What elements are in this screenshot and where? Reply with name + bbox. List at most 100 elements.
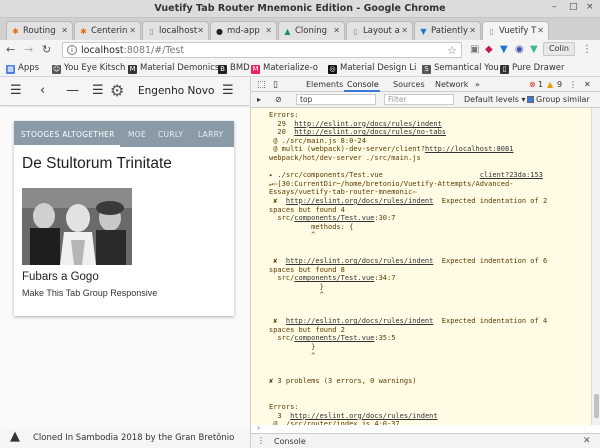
browser-tab[interactable]: ● md-app ✕ (210, 21, 277, 40)
more-options-icon[interactable]: ⋮ (569, 80, 577, 89)
address-bar[interactable]: i localhost:8081/#/Test ☆ (62, 42, 462, 58)
device-toggle-icon[interactable]: ▯ (273, 80, 278, 90)
close-icon[interactable]: ✕ (537, 26, 544, 35)
page-icon: ▯ (149, 27, 154, 36)
close-window-icon[interactable]: × (586, 2, 594, 12)
close-icon[interactable]: ✕ (129, 26, 136, 35)
extension-icon[interactable]: ▣ (470, 44, 479, 55)
console-line: src/components/Test.vue:35:5 (269, 334, 396, 343)
browser-tab[interactable]: ▯ Layout a ✕ (346, 21, 413, 40)
close-icon[interactable]: ✕ (333, 26, 340, 35)
minimize-icon[interactable]: – (552, 2, 557, 12)
menu-icon[interactable]: ☰ (222, 83, 234, 98)
bookmark-item[interactable]: ☺ You Eye Kitsch (52, 63, 125, 74)
maximize-icon[interactable]: □ (569, 2, 578, 12)
drawer-tab-console[interactable]: Console (274, 437, 306, 446)
close-icon[interactable]: ✕ (469, 26, 476, 35)
close-drawer-icon[interactable]: ✕ (583, 436, 591, 446)
menu-icon[interactable]: ☰ (10, 83, 22, 98)
extension-icon[interactable]: ◉ (515, 44, 524, 55)
vuetify-icon[interactable]: ▼ (500, 44, 508, 55)
browser-tab[interactable]: ▼ Patiently ✕ (414, 21, 481, 40)
bookmark-item[interactable]: S Semantical You (422, 63, 499, 74)
tab-moe[interactable]: MOE (128, 130, 146, 139)
console-line: spaces but found 4 (269, 205, 345, 214)
console-link[interactable]: http://eslint.org/docs/rules/indent (286, 257, 434, 265)
bookmark-apps[interactable]: ▦ Apps (6, 63, 39, 74)
more-tabs-icon[interactable]: » (475, 80, 480, 89)
bookmark-item[interactable]: B BMD (218, 63, 250, 74)
mdl-icon: ◎ (328, 65, 337, 74)
back-arrow-icon[interactable]: ← (6, 43, 15, 56)
browser-tab[interactable]: ▯ localhost ✕ (142, 21, 209, 40)
context-select[interactable]: top (296, 94, 376, 105)
bookmark-item[interactable]: M Material Demonics (128, 63, 219, 74)
menu-dots-icon[interactable]: ⋮ (582, 44, 592, 55)
filter-input[interactable]: Filter (384, 94, 454, 105)
inspect-icon[interactable]: ⬚ (257, 80, 266, 90)
browser-tab[interactable]: ✱ Routing ✕ (6, 21, 73, 40)
triangle-icon: ▲ (284, 27, 291, 36)
error-icon[interactable]: ⊗ (529, 80, 536, 89)
console-link[interactable]: client?23da:153 (480, 171, 543, 179)
console-link[interactable]: http://eslint.org/docs/rules/no-tabs (294, 128, 446, 136)
bookmark-item[interactable]: M Materialize-o (251, 63, 318, 74)
reload-icon[interactable]: ↻ (42, 43, 51, 56)
materialize-icon: M (251, 65, 260, 74)
profile-button[interactable]: Colin (543, 42, 575, 56)
window-titlebar: Vuetify Tab Router Mnemonic Edition - Go… (0, 0, 600, 18)
menu-icon[interactable]: ☰ (92, 83, 104, 98)
console-line: 3 http://eslint.org/docs/rules/indent (269, 411, 438, 420)
devtools-drawer: ⋮ Console ✕ (251, 433, 600, 448)
warning-icon[interactable]: ▲ (547, 80, 553, 89)
close-devtools-icon[interactable]: ✕ (584, 80, 591, 89)
forward-arrow-icon[interactable]: → (24, 43, 33, 56)
drawer-menu-icon[interactable]: ⋮ (257, 436, 265, 445)
bookmark-item[interactable]: ◎ Material Design Li (328, 63, 416, 74)
close-icon[interactable]: ✕ (197, 26, 204, 35)
console-prompt[interactable]: › (251, 423, 600, 433)
face-icon: ☺ (52, 65, 61, 74)
console-link[interactable]: http://eslint.org/docs/rules/indent (286, 317, 434, 325)
console-link[interactable]: http://eslint.org/docs/rules/indent (294, 120, 442, 128)
log-levels-dropdown[interactable]: Default levels ▾ (464, 95, 526, 104)
tab-network[interactable]: Network (435, 80, 468, 89)
prompt-chevron-icon: › (257, 423, 261, 432)
browser-tab[interactable]: ✱ Centerin ✕ (74, 21, 141, 40)
console-line: Errors: (269, 403, 299, 412)
console-line: src/components/Test.vue:34:7 (269, 274, 396, 283)
url-text[interactable]: localhost:8081/#/Test (81, 45, 184, 56)
tab-sources[interactable]: Sources (393, 80, 425, 89)
tab-console[interactable]: Console (347, 80, 379, 89)
console-link[interactable]: components/Test.vue (294, 214, 374, 222)
console-link[interactable]: components/Test.vue (294, 274, 374, 282)
console-link[interactable]: http://localhost:8081 (425, 145, 514, 153)
tab-stooges-altogether[interactable]: STOOGES ALTOGETHER (21, 130, 115, 139)
clear-console-icon[interactable]: ⊘ (275, 95, 282, 104)
group-similar-checkbox[interactable]: Group similar (527, 95, 590, 104)
close-icon[interactable]: ✕ (401, 26, 408, 35)
console-scrollbar[interactable] (591, 108, 600, 425)
chevron-left-icon[interactable]: ‹ (40, 83, 45, 98)
tab-label: Patiently (431, 26, 468, 36)
bookmark-item[interactable]: ▯ Pure Drawer (500, 63, 565, 74)
console-link[interactable]: components/Test.vue (294, 334, 374, 342)
tab-elements[interactable]: Elements (306, 80, 343, 89)
minus-icon[interactable]: — (66, 83, 79, 98)
console-line: Essays/vuetify-tab-router-mnemonic⇦ (269, 188, 417, 197)
close-icon[interactable]: ✕ (61, 26, 68, 35)
console-link[interactable]: http://eslint.org/docs/rules/indent (290, 412, 438, 420)
tab-curly[interactable]: CURLY (158, 130, 183, 139)
info-icon[interactable]: i (67, 45, 77, 55)
scrollbar-thumb[interactable] (594, 394, 599, 418)
extension-icon[interactable]: ◆ (485, 44, 493, 55)
console-link[interactable]: http://eslint.org/docs/rules/indent (286, 197, 434, 205)
close-icon[interactable]: ✕ (265, 26, 272, 35)
drawer-toggle-icon[interactable]: ▸ (257, 95, 261, 104)
star-icon[interactable]: ☆ (447, 44, 457, 57)
browser-tab[interactable]: ▲ Cloning ✕ (278, 21, 345, 40)
tab-larry[interactable]: LARRY (198, 130, 224, 139)
browser-tab-active[interactable]: ▯ Vuetify T ✕ (482, 21, 549, 40)
vue-devtools-icon[interactable]: ▼ (530, 44, 538, 55)
